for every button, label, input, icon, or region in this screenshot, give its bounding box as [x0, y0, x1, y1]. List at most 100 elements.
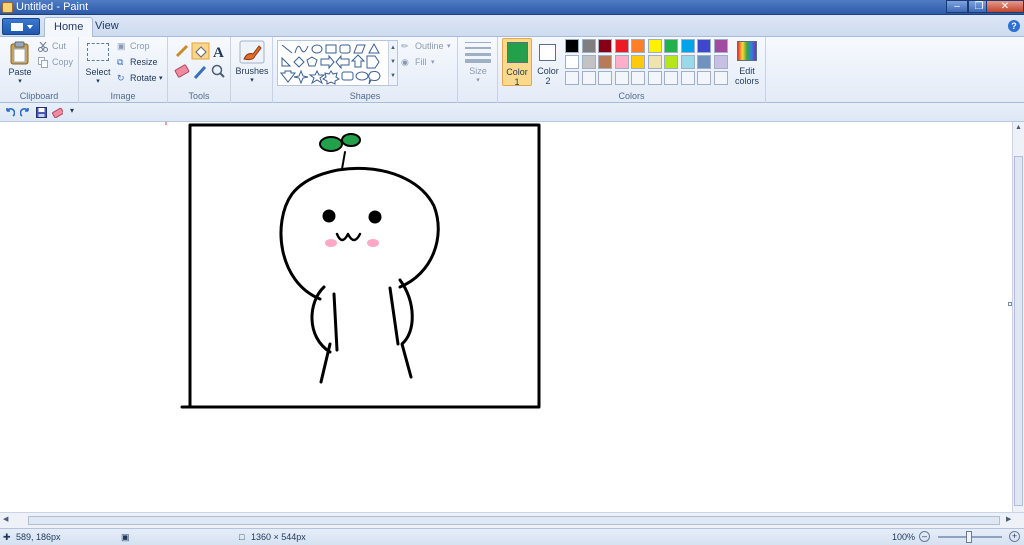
palette-swatch[interactable]: [565, 39, 579, 53]
color1-label: Color: [506, 67, 528, 77]
custom-color-slot[interactable]: [598, 71, 612, 85]
redo-icon[interactable]: [20, 107, 31, 118]
save-icon[interactable]: [36, 107, 47, 118]
palette-swatch[interactable]: [565, 55, 579, 69]
custom-color-slot[interactable]: [680, 71, 695, 85]
tab-view[interactable]: View: [86, 17, 128, 38]
eraser-icon[interactable]: [174, 64, 190, 78]
custom-color-slot[interactable]: [581, 71, 596, 85]
palette-swatch[interactable]: [598, 55, 612, 69]
paint-menu-button[interactable]: [2, 18, 40, 35]
palette-swatch[interactable]: [664, 39, 678, 53]
cursor-position: 589, 186px: [16, 532, 61, 542]
shapes-group-label: Shapes: [349, 91, 381, 101]
custom-color-slot[interactable]: [713, 71, 728, 85]
custom-color-slot[interactable]: [647, 71, 662, 85]
minimize-button[interactable]: –: [946, 0, 968, 13]
palette-swatch[interactable]: [680, 39, 695, 53]
outline-label: Outline: [415, 41, 444, 51]
clipboard-group: Paste ▾ Cut Copy Clipboard: [0, 37, 79, 103]
shapes-icons: [279, 42, 381, 85]
mouth: [335, 232, 362, 242]
color1-button[interactable]: Color 1: [502, 38, 532, 87]
colors-group: Color 1 Color 2 Edit colors Colors: [498, 37, 766, 103]
palette-swatch[interactable]: [614, 39, 629, 53]
custom-color-slot[interactable]: [565, 71, 579, 85]
vertical-scroll-thumb[interactable]: [1014, 156, 1023, 506]
crop-button[interactable]: ▣ Crop: [117, 40, 165, 54]
cut-button[interactable]: Cut: [38, 40, 76, 54]
rotate-button[interactable]: ↻ Rotate ▾: [117, 72, 167, 86]
customize-toolbar-icon[interactable]: ▾: [70, 106, 81, 117]
copy-button[interactable]: Copy: [38, 56, 76, 70]
vertical-scrollbar[interactable]: ▲: [1012, 122, 1024, 512]
drawing-canvas[interactable]: [0, 122, 1012, 512]
scroll-left-icon[interactable]: ◀: [3, 515, 8, 523]
custom-color-slot[interactable]: [697, 71, 711, 85]
palette-swatch[interactable]: [664, 55, 678, 69]
size-button[interactable]: Size ▾: [458, 37, 498, 103]
custom-color-slot[interactable]: [631, 71, 645, 85]
palette-swatch[interactable]: [631, 55, 645, 69]
right-blush: [367, 239, 379, 247]
rotate-icon: ↻: [117, 73, 125, 83]
title-bar: Untitled - Paint – ❐ ✕: [0, 0, 1024, 15]
ribbon-tab-row: Home View ?: [0, 15, 1024, 38]
cursor-position-icon: ✚: [3, 532, 11, 542]
palette-swatch[interactable]: [631, 39, 645, 53]
chevron-down-icon: ▾: [447, 43, 451, 50]
rotate-label: Rotate: [130, 73, 157, 83]
palette-swatch[interactable]: [680, 55, 695, 69]
character-drawing: [180, 123, 541, 409]
paint-app-icon[interactable]: [2, 2, 13, 13]
resize-button[interactable]: ⧉ Resize: [117, 56, 165, 70]
palette-swatch[interactable]: [614, 55, 629, 69]
scroll-right-icon[interactable]: ▶: [1006, 515, 1011, 523]
zoom-slider-thumb[interactable]: [966, 531, 972, 543]
fill-button[interactable]: ◉ Fill ▾: [401, 56, 457, 70]
status-bar: ✚ 589, 186px ▣ □ 1360 × 544px 100% – +: [0, 528, 1024, 545]
horizontal-scrollbar[interactable]: ◀ ▶: [0, 512, 1024, 528]
undo-icon[interactable]: [4, 107, 15, 118]
edit-colors-button[interactable]: Edit colors: [732, 38, 764, 86]
select-icon: [87, 43, 109, 61]
text-icon[interactable]: A: [213, 45, 224, 61]
eraser-qat-icon[interactable]: [52, 107, 63, 118]
shapes-scroll[interactable]: ▲ ▼ ▼: [388, 41, 397, 85]
palette-swatch[interactable]: [598, 39, 612, 53]
color-picker-icon[interactable]: [193, 65, 207, 80]
help-icon[interactable]: ?: [1008, 20, 1020, 32]
palette-swatch[interactable]: [713, 39, 728, 53]
pencil-icon[interactable]: [174, 43, 190, 59]
shapes-group: ▲ ▼ ▼ ✏ Outline ▾ ◉ Fill ▾ Shapes: [273, 37, 458, 103]
palette-swatch[interactable]: [647, 55, 662, 69]
close-button[interactable]: ✕: [986, 0, 1024, 13]
color-wheel-icon: [737, 41, 757, 61]
custom-color-slot[interactable]: [664, 71, 678, 85]
zoom-in-icon[interactable]: +: [1009, 531, 1020, 542]
select-button[interactable]: Select ▾: [84, 40, 112, 86]
shapes-gallery[interactable]: ▲ ▼ ▼: [277, 40, 398, 86]
magnifier-icon[interactable]: [211, 64, 225, 78]
crop-icon: ▣: [117, 41, 126, 51]
edit-colors-label: Edit: [739, 66, 755, 76]
brushes-group[interactable]: Brushes ▾: [231, 37, 273, 103]
palette-swatch[interactable]: [581, 39, 596, 53]
copy-label: Copy: [52, 57, 74, 67]
scroll-up-icon[interactable]: ▲: [1015, 124, 1022, 131]
custom-color-slot[interactable]: [614, 71, 629, 85]
fill-bucket-icon[interactable]: [191, 42, 210, 60]
canvas-area[interactable]: [0, 122, 1012, 512]
color2-button[interactable]: Color 2: [534, 38, 562, 86]
horizontal-scroll-thumb[interactable]: [28, 516, 1000, 525]
chevron-down-icon: ▾: [18, 78, 22, 85]
paste-button[interactable]: Paste ▾: [5, 40, 35, 86]
zoom-out-icon[interactable]: –: [919, 531, 930, 542]
palette-swatch[interactable]: [713, 55, 728, 69]
palette-swatch[interactable]: [697, 55, 711, 69]
outline-button[interactable]: ✏ Outline ▾: [401, 40, 457, 54]
palette-swatch[interactable]: [697, 39, 711, 53]
paste-icon: [10, 41, 29, 65]
palette-swatch[interactable]: [581, 55, 596, 69]
palette-swatch[interactable]: [647, 39, 662, 53]
